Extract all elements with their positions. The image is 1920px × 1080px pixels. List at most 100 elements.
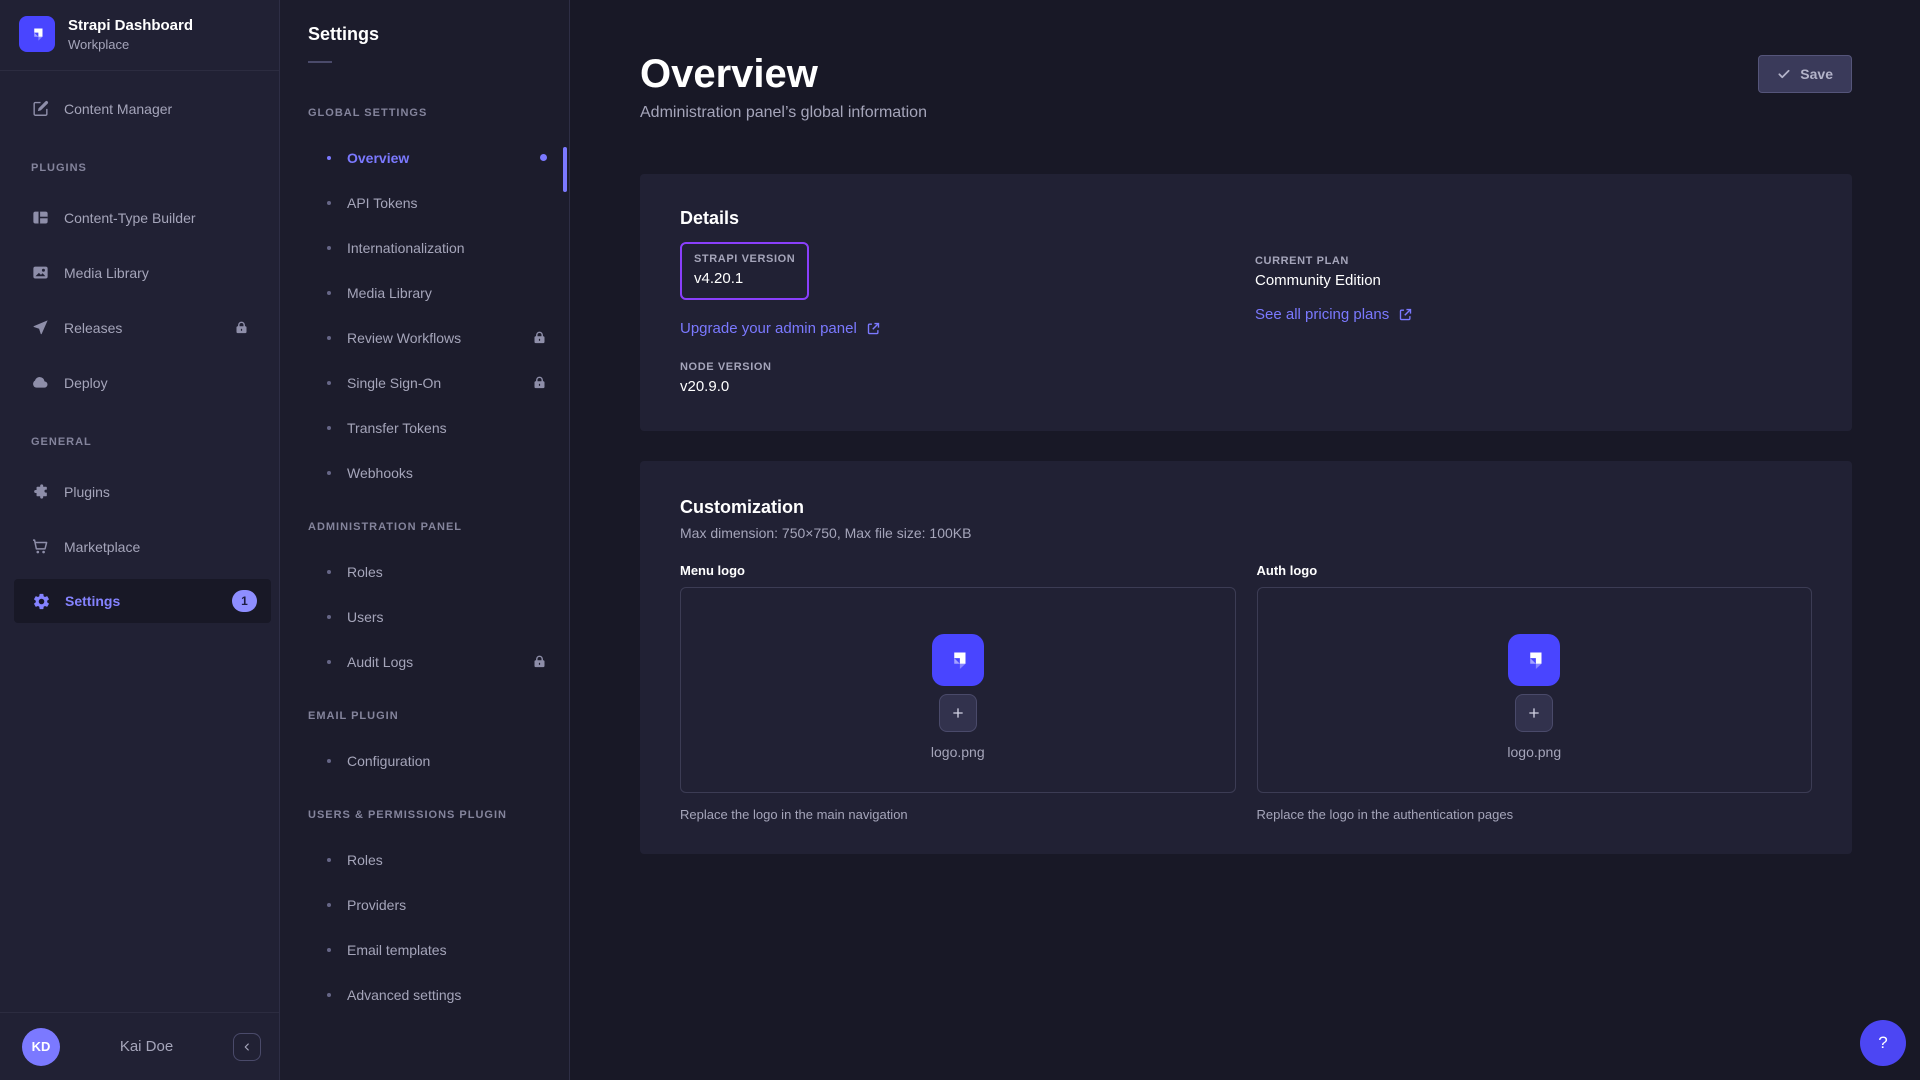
settings-subnav: Settings GLOBAL SETTINGS Overview API To… xyxy=(280,0,570,1080)
auth-logo-filename: logo.png xyxy=(1507,744,1561,760)
subnav-scrollbar-thumb[interactable] xyxy=(563,147,567,192)
subnav-item-label: Audit Logs xyxy=(347,654,413,670)
sidebar-item-releases[interactable]: Releases xyxy=(0,300,279,355)
avatar[interactable]: KD xyxy=(22,1028,60,1066)
menu-logo-label: Menu logo xyxy=(680,563,1236,578)
customization-card: Customization Max dimension: 750×750, Ma… xyxy=(640,461,1852,854)
save-button-label: Save xyxy=(1800,66,1833,82)
plus-icon xyxy=(1526,705,1542,721)
subnav-item-label: Media Library xyxy=(347,285,432,301)
subnav-item-api-tokens[interactable]: API Tokens xyxy=(280,180,569,225)
main-content: Overview Administration panel’s global i… xyxy=(570,0,1920,1080)
notification-dot xyxy=(540,154,547,161)
help-button[interactable]: ? xyxy=(1860,1020,1906,1066)
page-subtitle: Administration panel’s global informatio… xyxy=(640,104,927,122)
collapse-sidebar-button[interactable] xyxy=(233,1033,261,1061)
subnav-item-advanced-settings[interactable]: Advanced settings xyxy=(280,972,569,1017)
bullet-icon xyxy=(327,471,331,475)
bullet-icon xyxy=(327,201,331,205)
subnav-item-label: Users xyxy=(347,609,384,625)
auth-logo-label: Auth logo xyxy=(1257,563,1813,578)
bullet-icon xyxy=(327,426,331,430)
upgrade-admin-panel-link[interactable]: Upgrade your admin panel xyxy=(680,320,881,337)
sidebar-item-deploy[interactable]: Deploy xyxy=(0,355,279,410)
node-version-label: NODE VERSION xyxy=(680,361,1255,373)
auth-logo-caption: Replace the logo in the authentication p… xyxy=(1257,807,1813,822)
menu-logo-caption: Replace the logo in the main navigation xyxy=(680,807,1236,822)
sidebar-item-label: Plugins xyxy=(64,484,110,500)
subnav-item-review-workflows[interactable]: Review Workflows xyxy=(280,315,569,360)
main-sidebar: Strapi Dashboard Workplace Content Manag… xyxy=(0,0,280,1080)
strapi-version-highlight: STRAPI VERSION v4.20.1 xyxy=(680,242,809,300)
menu-logo-filename: logo.png xyxy=(931,744,985,760)
subnav-item-configuration[interactable]: Configuration xyxy=(280,738,569,783)
subnav-item-webhooks[interactable]: Webhooks xyxy=(280,450,569,495)
node-version-field: NODE VERSION v20.9.0 xyxy=(680,361,1255,395)
details-right-column: CURRENT PLAN Community Edition See all p… xyxy=(1255,242,1812,395)
brand-text: Strapi Dashboard Workplace xyxy=(68,17,193,52)
pricing-plans-link[interactable]: See all pricing plans xyxy=(1255,306,1413,323)
bullet-icon xyxy=(327,858,331,862)
subnav-section-email-plugin: EMAIL PLUGIN xyxy=(280,694,569,738)
details-card: Details STRAPI VERSION v4.20.1 Upgrade y… xyxy=(640,174,1852,431)
subnav-item-single-sign-on[interactable]: Single Sign-On xyxy=(280,360,569,405)
chevron-left-icon xyxy=(241,1041,253,1053)
subnav-item-label: Internationalization xyxy=(347,240,465,256)
subnav-title: Settings xyxy=(280,24,569,45)
subnav-item-transfer-tokens[interactable]: Transfer Tokens xyxy=(280,405,569,450)
subnav-item-label: Providers xyxy=(347,897,406,913)
subnav-section-global-settings: GLOBAL SETTINGS xyxy=(280,91,569,135)
bullet-icon xyxy=(327,156,331,160)
sidebar-footer: KD Kai Doe xyxy=(0,1012,279,1080)
sidebar-item-label: Deploy xyxy=(64,375,108,391)
sidebar-item-label: Content-Type Builder xyxy=(64,210,196,226)
add-auth-logo-button[interactable] xyxy=(1515,694,1553,732)
sidebar-section-general: GENERAL xyxy=(0,420,279,464)
subnav-item-admin-roles[interactable]: Roles xyxy=(280,549,569,594)
subnav-item-email-templates[interactable]: Email templates xyxy=(280,927,569,972)
save-button[interactable]: Save xyxy=(1758,55,1852,93)
bullet-icon xyxy=(327,381,331,385)
subnav-item-label: Roles xyxy=(347,852,383,868)
subnav-item-up-roles[interactable]: Roles xyxy=(280,837,569,882)
sidebar-item-content-manager[interactable]: Content Manager xyxy=(0,81,279,136)
settings-count-badge: 1 xyxy=(232,590,257,612)
subnav-item-label: Configuration xyxy=(347,753,430,769)
sidebar-item-media-library[interactable]: Media Library xyxy=(0,245,279,300)
customization-constraints: Max dimension: 750×750, Max file size: 1… xyxy=(680,525,1812,541)
subnav-item-media-library[interactable]: Media Library xyxy=(280,270,569,315)
details-title: Details xyxy=(680,208,1812,229)
subnav-section-administration-panel: ADMINISTRATION PANEL xyxy=(280,505,569,549)
workspace-title: Strapi Dashboard xyxy=(68,17,193,34)
sidebar-item-marketplace[interactable]: Marketplace xyxy=(0,519,279,574)
user-name: Kai Doe xyxy=(60,1038,233,1055)
lock-icon xyxy=(532,654,547,669)
node-version-value: v20.9.0 xyxy=(680,378,1255,395)
strapi-version-label: STRAPI VERSION xyxy=(694,253,795,265)
subnav-item-label: Transfer Tokens xyxy=(347,420,447,436)
strapi-logo-icon xyxy=(19,16,55,52)
add-menu-logo-button[interactable] xyxy=(939,694,977,732)
subnav-item-internationalization[interactable]: Internationalization xyxy=(280,225,569,270)
bullet-icon xyxy=(327,291,331,295)
workspace-brand[interactable]: Strapi Dashboard Workplace xyxy=(0,0,279,71)
cart-icon xyxy=(30,537,50,557)
sidebar-item-settings[interactable]: Settings 1 xyxy=(14,579,271,623)
subnav-item-users[interactable]: Users xyxy=(280,594,569,639)
auth-logo-upload-box[interactable]: logo.png xyxy=(1257,587,1813,793)
bullet-icon xyxy=(327,660,331,664)
sidebar-section-plugins: PLUGINS xyxy=(0,146,279,190)
subnav-item-audit-logs[interactable]: Audit Logs xyxy=(280,639,569,684)
subnav-item-providers[interactable]: Providers xyxy=(280,882,569,927)
gear-icon xyxy=(31,591,51,611)
external-link-icon xyxy=(1398,307,1413,322)
sidebar-item-label: Marketplace xyxy=(64,539,140,555)
menu-logo-upload-box[interactable]: logo.png xyxy=(680,587,1236,793)
app-root: Strapi Dashboard Workplace Content Manag… xyxy=(0,0,1920,1080)
sidebar-item-plugins[interactable]: Plugins xyxy=(0,464,279,519)
sidebar-item-label: Content Manager xyxy=(64,101,172,117)
sidebar-item-label: Releases xyxy=(64,320,122,336)
sidebar-item-content-type-builder[interactable]: Content-Type Builder xyxy=(0,190,279,245)
subnav-item-overview[interactable]: Overview xyxy=(280,135,569,180)
menu-logo-field: Menu logo logo.png Replace the logo in t… xyxy=(680,563,1236,822)
